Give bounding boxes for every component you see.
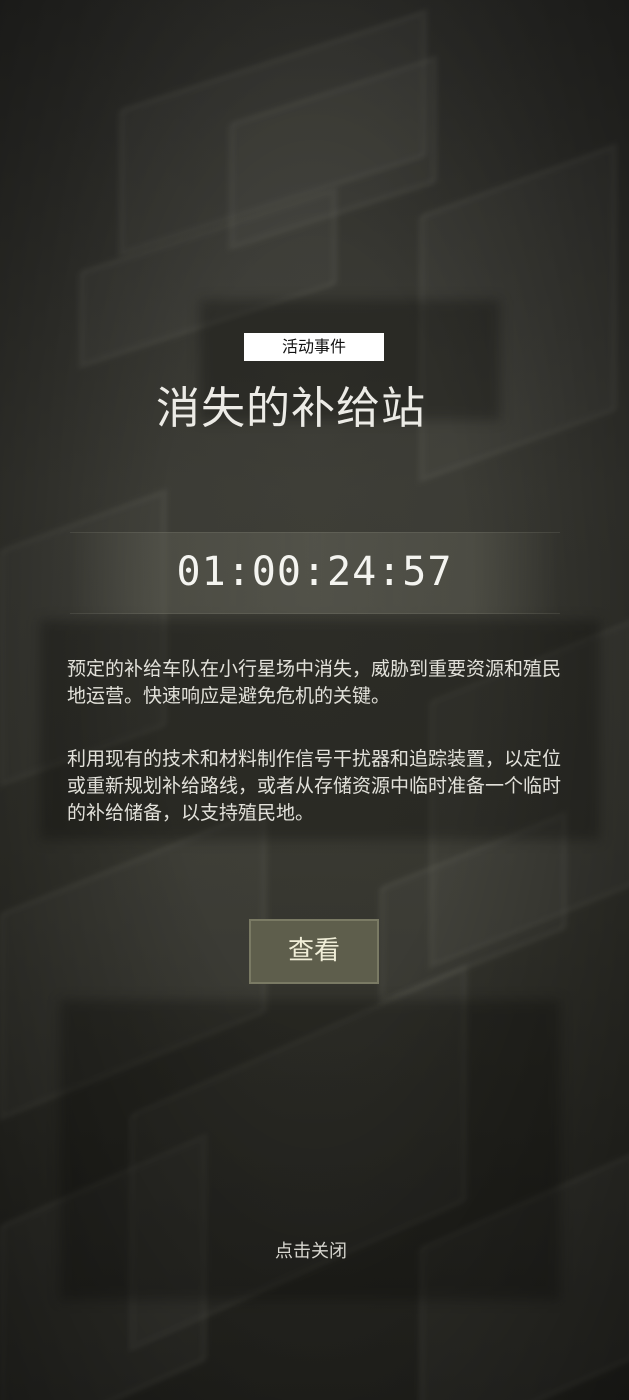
event-type-badge: 活动事件 — [244, 333, 384, 361]
event-popup-screen: 活动事件 消失的补给站 01:00:24:57 预定的补给车队在小行星场中消失，… — [0, 0, 629, 1400]
tap-to-close-button[interactable]: 点击关闭 — [0, 1238, 622, 1266]
event-description-1: 预定的补给车队在小行星场中消失，威胁到重要资源和殖民地运营。快速响应是避免危机的… — [67, 658, 562, 707]
event-description-2: 利用现有的技术和材料制作信号干扰器和追踪装置，以定位或重新规划补给路线，或者从存… — [67, 748, 562, 824]
countdown-timer: 01:00:24:57 — [176, 549, 453, 595]
event-title: 消失的补给站 — [156, 383, 426, 434]
view-button[interactable]: 查看 — [249, 919, 379, 984]
